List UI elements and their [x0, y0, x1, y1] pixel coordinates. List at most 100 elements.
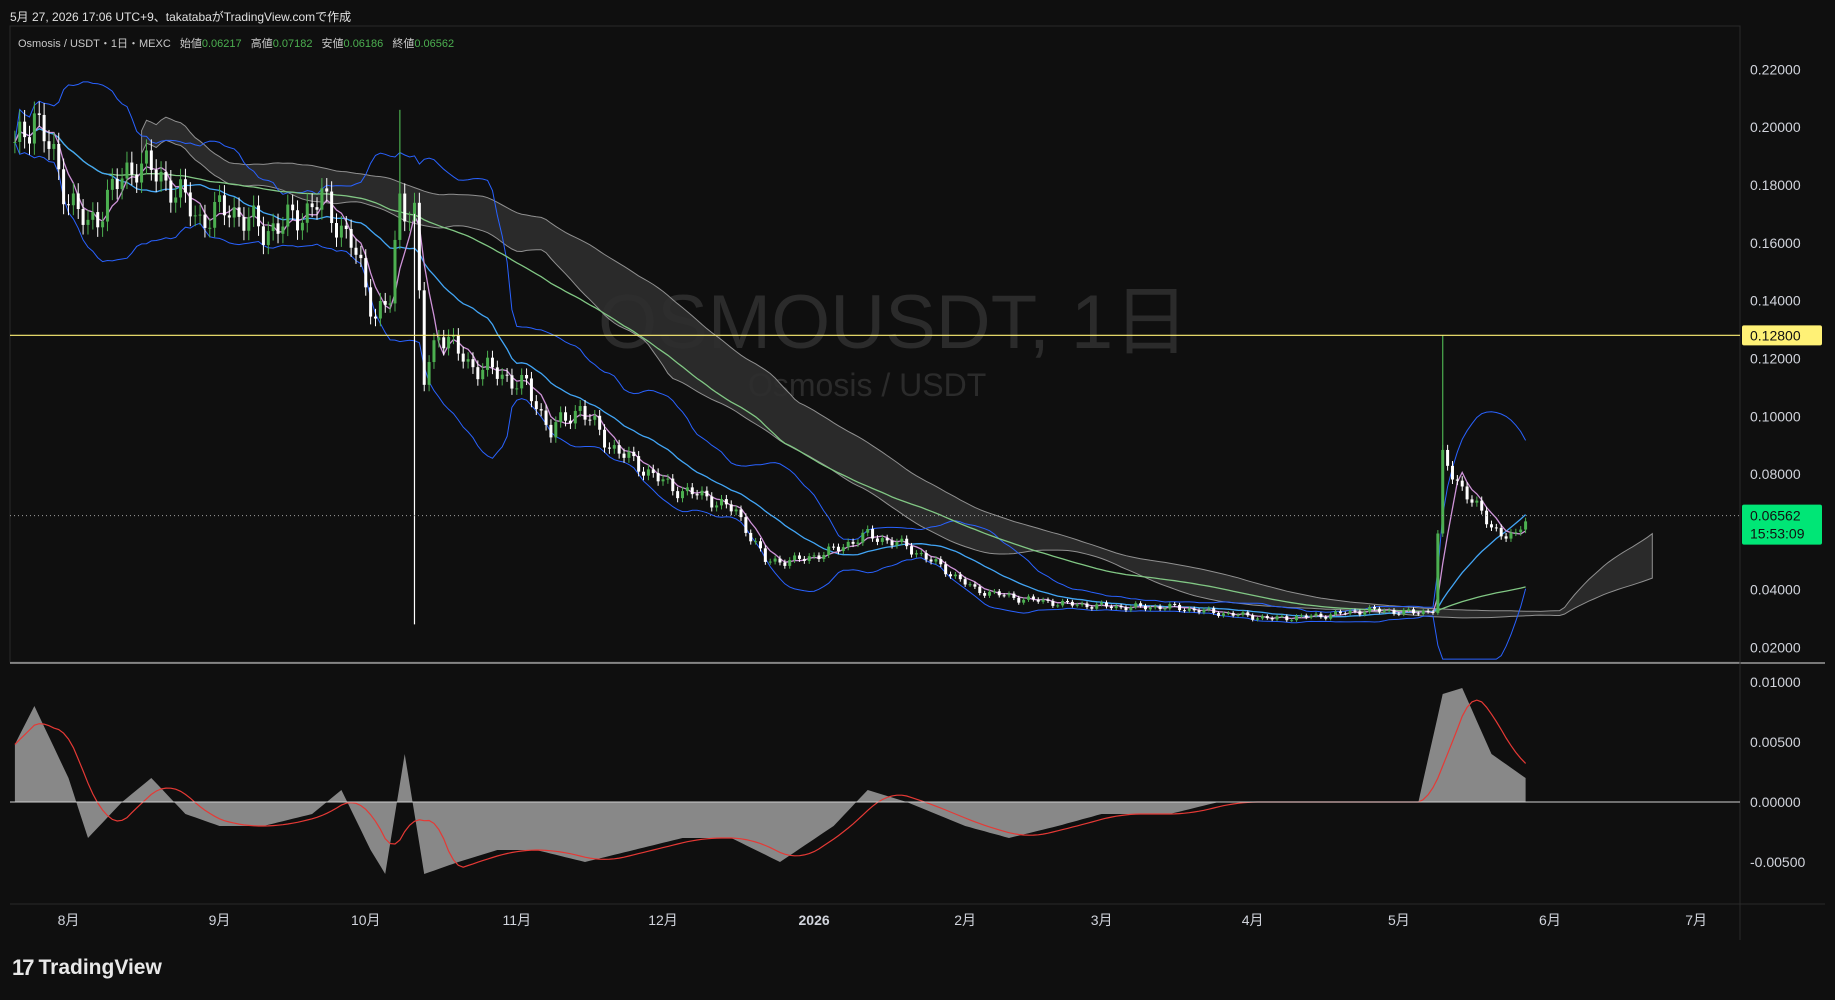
candle-body	[1368, 607, 1372, 612]
candle-body	[871, 528, 875, 539]
tradingview-logo[interactable]: 17 TradingView	[12, 955, 162, 981]
candle-body	[1309, 615, 1313, 618]
candle-body	[174, 197, 178, 203]
candle-body	[1104, 602, 1108, 607]
candle-body	[905, 538, 909, 547]
candle-body	[1290, 620, 1294, 622]
candle-body	[408, 221, 412, 223]
candle-body	[583, 406, 587, 420]
candle-body	[1480, 500, 1484, 511]
price-tick-label: 0.02000	[1750, 640, 1801, 656]
candle-body	[1363, 611, 1367, 615]
candle-body	[271, 223, 275, 232]
candle-body	[1085, 603, 1089, 608]
candle-body	[846, 541, 850, 548]
candle-body	[27, 137, 31, 144]
candle-body	[1402, 609, 1406, 615]
candle-body	[261, 226, 265, 245]
candle-body	[1299, 615, 1303, 617]
candle-body	[949, 574, 953, 577]
candle-body	[651, 469, 655, 474]
candle-body	[1119, 605, 1123, 608]
time-tick-label: 8月	[58, 912, 80, 928]
osc-tick-label: -0.00500	[1750, 854, 1805, 870]
candle-body	[1519, 529, 1523, 533]
candle-body	[1397, 613, 1401, 615]
candle-body	[1129, 607, 1133, 611]
candle-body	[500, 374, 504, 379]
candle-body	[578, 406, 582, 411]
candle-body	[515, 388, 519, 390]
time-tick-label: 2026	[799, 912, 830, 928]
candle-body	[1065, 600, 1069, 602]
candle-body	[1056, 605, 1060, 607]
candle-body	[719, 499, 723, 506]
time-tick-label: 7月	[1685, 912, 1707, 928]
candle-body	[1251, 615, 1255, 620]
candle-body	[325, 188, 329, 192]
last-price-tag-text: 0.06562	[1750, 508, 1801, 524]
candle-body	[369, 287, 373, 317]
candle-body	[992, 591, 996, 593]
candle-body	[432, 340, 436, 363]
candle-body	[1124, 607, 1128, 611]
candle-body	[944, 564, 948, 575]
candle-body	[627, 451, 631, 458]
candle-body	[1012, 593, 1016, 598]
candle-body	[958, 574, 962, 580]
price-tick-label: 0.14000	[1750, 293, 1801, 309]
candle-body	[1353, 610, 1357, 612]
candle-body	[373, 316, 377, 319]
price-tick-label: 0.18000	[1750, 177, 1801, 193]
candle-body	[695, 494, 699, 496]
candle-body	[875, 538, 879, 542]
candle-body	[1148, 607, 1152, 610]
candle-body	[856, 542, 860, 544]
candle-body	[213, 201, 217, 228]
candle-body	[715, 505, 719, 508]
candle-body	[1202, 609, 1206, 613]
candle-body	[135, 174, 139, 183]
candle-body	[1514, 532, 1518, 534]
candle-body	[383, 301, 387, 305]
candle-body	[62, 169, 66, 205]
candle-body	[851, 541, 855, 544]
candle-body	[461, 353, 465, 362]
candle-body	[208, 227, 212, 229]
candle-body	[144, 150, 148, 164]
candle-body	[734, 509, 738, 512]
candle-body	[1314, 613, 1318, 616]
candle-body	[1460, 480, 1464, 487]
candle-body	[510, 375, 514, 389]
candle-body	[1007, 593, 1011, 596]
candle-body	[154, 169, 158, 182]
candle-body	[330, 191, 334, 224]
candle-body	[841, 547, 845, 552]
candle-body	[101, 221, 105, 228]
candle-body	[481, 369, 485, 380]
candle-body	[266, 231, 270, 245]
candle-body	[963, 579, 967, 585]
candle-body	[1027, 596, 1031, 600]
candle-body	[817, 555, 821, 560]
candle-body	[1485, 510, 1489, 525]
candle-body	[1358, 611, 1362, 615]
candle-body	[1392, 609, 1396, 614]
candle-body	[257, 205, 261, 227]
candle-body	[344, 225, 348, 230]
candle-body	[978, 586, 982, 594]
candle-body	[588, 419, 592, 421]
price-chart[interactable]: OSMOUSDT, 1日 Osmosis / USDT 0.220000.200…	[0, 0, 1835, 1000]
candle-body	[286, 204, 290, 227]
candle-body	[505, 374, 509, 376]
candle-body	[442, 337, 446, 349]
candle-body	[671, 478, 675, 492]
candle-body	[783, 562, 787, 566]
candle-body	[700, 490, 704, 496]
candle-body	[622, 453, 626, 458]
candle-body	[130, 162, 134, 175]
candle-body	[291, 204, 295, 211]
candle-body	[296, 210, 300, 231]
candle-body	[681, 491, 685, 499]
candle-body	[32, 113, 36, 144]
